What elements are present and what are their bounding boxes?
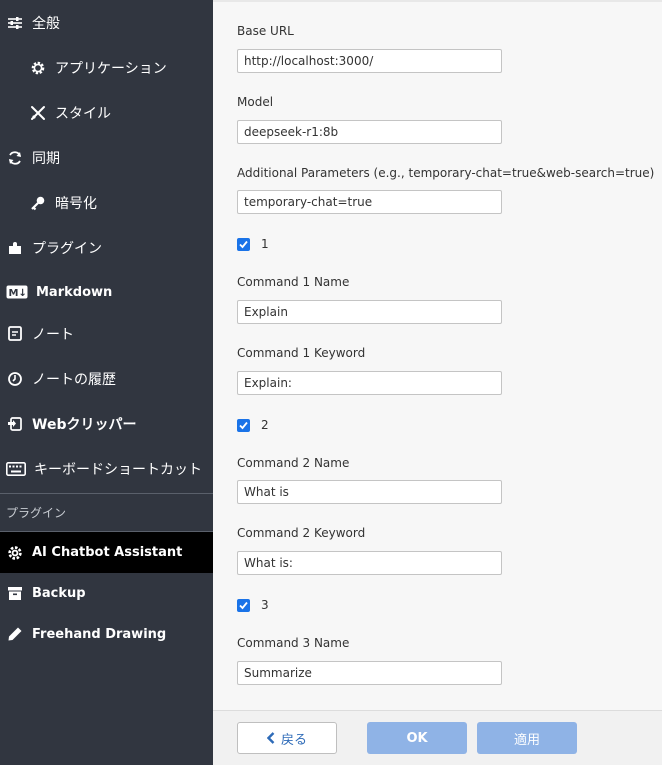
archive-icon <box>6 584 24 602</box>
sliders-icon <box>6 14 24 32</box>
command-1-keyword-input[interactable]: Explain: <box>237 371 502 395</box>
additional-parameters-input[interactable]: temporary-chat=true <box>237 190 502 214</box>
chevron-left-icon <box>266 732 275 744</box>
sidebar-item-label: キーボードショートカット <box>34 462 202 478</box>
base-url-label: Base URL <box>237 24 294 38</box>
settings-sidebar: 全般 アプリケーション スタイル 同期 暗号化 プラグイン M↓ Markdow… <box>0 0 219 767</box>
sidebar-item-note[interactable]: ノート <box>0 314 219 354</box>
sidebar-item-label: スタイル <box>55 106 111 122</box>
sync-icon <box>6 149 24 167</box>
history-icon <box>6 370 24 388</box>
brush-icon <box>29 104 47 122</box>
base-url-input[interactable]: http://localhost:3000/ <box>237 49 502 73</box>
sidebar-item-label: プラグイン <box>32 241 102 257</box>
sidebar-item-style[interactable]: スタイル <box>0 93 242 133</box>
command-3-checkbox-label: 3 <box>261 598 269 612</box>
plugins-heading: プラグイン <box>6 506 67 520</box>
sidebar-item-label: 暗号化 <box>55 196 97 212</box>
back-button-label: 戻る <box>280 732 307 748</box>
sidebar-item-label: Webクリッパー <box>32 417 137 433</box>
command-3-enable[interactable]: 3 <box>237 598 269 612</box>
sidebar-item-markdown[interactable]: M↓ Markdown <box>0 272 219 312</box>
command-1-enable[interactable]: 1 <box>237 237 269 251</box>
command-2-keyword-input[interactable]: What is: <box>237 551 502 575</box>
sidebar-item-label: 同期 <box>32 151 60 167</box>
command-1-name-label: Command 1 Name <box>237 275 350 289</box>
gear-icon <box>6 544 24 562</box>
command-2-enable[interactable]: 2 <box>237 418 269 432</box>
command-3-name-input[interactable]: Summarize <box>237 661 502 685</box>
checkbox-checked-icon[interactable] <box>237 598 250 612</box>
markdown-icon: M↓ <box>6 283 28 301</box>
sidebar-item-general[interactable]: 全般 <box>0 3 219 43</box>
sidebar-item-ai-chatbot-assistant[interactable]: AI Chatbot Assistant <box>0 532 219 573</box>
sidebar-item-encryption[interactable]: 暗号化 <box>0 183 242 223</box>
gear-icon <box>29 59 47 77</box>
sidebar-item-label: ノート <box>32 327 74 343</box>
clipper-icon <box>6 415 24 433</box>
command-1-name-input[interactable]: Explain <box>237 300 502 324</box>
command-1-keyword-label: Command 1 Keyword <box>237 346 366 360</box>
plugin-settings-panel: Base URL http://localhost:3000/ Model de… <box>213 0 662 767</box>
sidebar-item-note-history[interactable]: ノートの履歴 <box>0 359 219 399</box>
command-2-name-label: Command 2 Name <box>237 456 350 470</box>
sidebar-item-label: Markdown <box>36 284 113 300</box>
sidebar-item-label: Backup <box>32 585 86 601</box>
checkbox-checked-icon[interactable] <box>237 237 250 251</box>
sidebar-item-label: AI Chatbot Assistant <box>32 545 183 560</box>
sidebar-item-web-clipper[interactable]: Webクリッパー <box>0 404 219 444</box>
puzzle-icon <box>6 239 24 257</box>
back-button[interactable]: 戻る <box>237 722 337 754</box>
keyboard-icon <box>6 460 26 478</box>
pen-icon <box>6 625 24 643</box>
sidebar-item-label: 全般 <box>32 16 60 32</box>
model-label: Model <box>237 95 274 109</box>
additional-parameters-label: Additional Parameters (e.g., temporary-c… <box>237 166 655 180</box>
dialog-footer: 戻る OK 適用 <box>213 710 662 766</box>
command-3-name-label: Command 3 Name <box>237 636 350 650</box>
command-2-keyword-label: Command 2 Keyword <box>237 526 366 540</box>
note-icon <box>6 325 24 343</box>
sidebar-item-keyboard-shortcuts[interactable]: キーボードショートカット <box>0 449 219 489</box>
sidebar-item-application[interactable]: アプリケーション <box>0 48 242 88</box>
ok-button[interactable]: OK <box>367 722 467 754</box>
model-input[interactable]: deepseek-r1:8b <box>237 120 502 144</box>
command-1-checkbox-label: 1 <box>261 237 269 251</box>
panel-top-border <box>213 0 662 2</box>
sidebar-item-freehand-drawing[interactable]: Freehand Drawing <box>0 614 219 654</box>
sidebar-item-label: アプリケーション <box>55 61 167 77</box>
sidebar-item-backup[interactable]: Backup <box>0 573 219 613</box>
key-icon <box>29 194 47 212</box>
sidebar-item-plugins[interactable]: プラグイン <box>0 228 219 268</box>
checkbox-checked-icon[interactable] <box>237 418 250 432</box>
sidebar-item-sync[interactable]: 同期 <box>0 138 219 178</box>
svg-text:M↓: M↓ <box>9 288 27 299</box>
sidebar-item-label: Freehand Drawing <box>32 626 167 642</box>
sidebar-divider <box>0 493 213 494</box>
command-2-checkbox-label: 2 <box>261 418 269 432</box>
apply-button[interactable]: 適用 <box>477 722 577 754</box>
command-2-name-input[interactable]: What is <box>237 480 502 504</box>
sidebar-item-label: ノートの履歴 <box>32 372 116 388</box>
